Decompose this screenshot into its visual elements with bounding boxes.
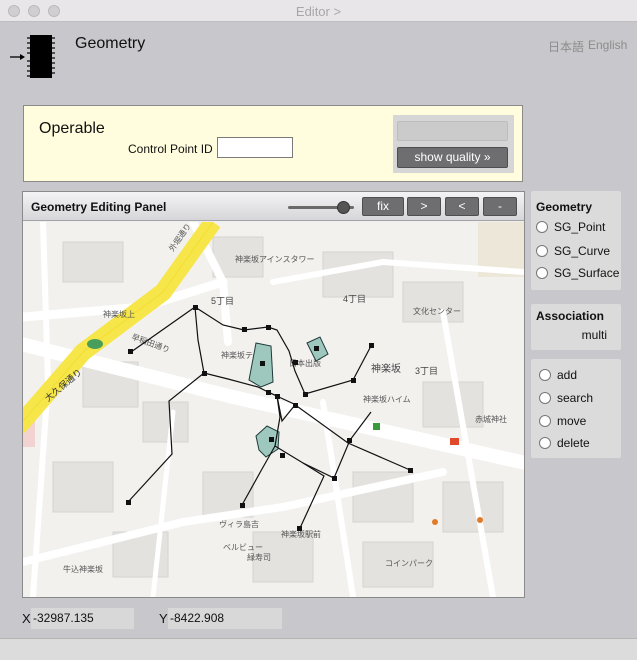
y-coord-label: Y [159, 611, 168, 626]
control-point[interactable] [202, 371, 207, 376]
fix-button[interactable]: fix [362, 197, 404, 216]
operable-button-area: show quality » [393, 115, 514, 173]
control-point[interactable] [351, 378, 356, 383]
sg-surface-option[interactable]: SG_Surface [536, 265, 619, 281]
map-label: 3丁目 [415, 366, 438, 376]
map-label: 緑寿司 [247, 552, 271, 562]
poi-icon [432, 519, 438, 525]
control-point[interactable] [240, 503, 245, 508]
disabled-button [397, 121, 508, 141]
control-point[interactable] [128, 349, 133, 354]
chip-icon [10, 33, 58, 79]
language-japanese-link[interactable]: 日本語 [548, 38, 584, 55]
delete-label: delete [557, 436, 590, 450]
control-point[interactable] [369, 343, 374, 348]
y-coord-value: -8422.908 [168, 608, 282, 629]
map-label: コインパーク [385, 559, 433, 568]
control-point[interactable] [347, 438, 352, 443]
control-point[interactable] [408, 468, 413, 473]
control-point[interactable] [266, 390, 271, 395]
control-point[interactable] [193, 305, 198, 310]
app-title: Geometry [75, 35, 146, 52]
radio-button[interactable] [539, 415, 551, 427]
association-box: Association multi [531, 304, 621, 350]
geometry-type-box: Geometry SG_Point SG_Curve SG_Surface [531, 191, 621, 290]
control-point[interactable] [269, 437, 274, 442]
window-title: Editor > [295, 4, 342, 19]
next-button[interactable]: > [407, 197, 441, 216]
x-coord-label: X [22, 611, 31, 626]
poi-icon [477, 517, 483, 523]
geometry-type-title: Geometry [536, 200, 593, 214]
map-canvas[interactable]: 神楽坂上 早稲田通り 大久保通り 外堀通り 5丁目 4丁目 3丁目 神楽坂 神楽… [23, 222, 524, 597]
operable-title: Operable [39, 120, 105, 137]
window-titlebar: Editor > [0, 0, 637, 22]
map-label: 牛込神楽坂 [63, 564, 103, 574]
control-point[interactable] [266, 325, 271, 330]
store-icon [373, 423, 380, 430]
control-point[interactable] [280, 453, 285, 458]
map-label: 神楽坂ハイム [363, 394, 411, 404]
association-value: multi [581, 328, 607, 342]
control-point[interactable] [303, 392, 308, 397]
map-label: 4丁目 [343, 294, 366, 304]
move-option[interactable]: move [539, 413, 586, 429]
map-label: 神楽坂 [371, 362, 401, 375]
delete-option[interactable]: delete [539, 435, 590, 451]
control-point[interactable] [314, 346, 319, 351]
control-point[interactable] [332, 476, 337, 481]
geometry-editing-panel: Geometry Editing Panel fix > < - 神楽坂上 早稲… [22, 191, 525, 598]
sg-curve-option[interactable]: SG_Curve [536, 243, 610, 259]
control-point[interactable] [293, 360, 298, 365]
map-label: 文化センター [413, 306, 461, 316]
zoom-slider-knob[interactable] [336, 201, 350, 214]
control-point[interactable] [126, 500, 131, 505]
map-label: 赤城神社 [475, 414, 507, 424]
map-label: 5丁目 [211, 296, 234, 306]
operable-panel: Operable Control Point ID show quality » [23, 105, 523, 182]
control-point-label: Control Point ID [128, 142, 213, 156]
sg-curve-label: SG_Curve [554, 244, 611, 258]
radio-button[interactable] [536, 245, 548, 257]
map-label: 神楽坂上 [103, 309, 135, 319]
radio-button[interactable] [539, 437, 551, 449]
sg-point-label: SG_Point [554, 220, 606, 234]
move-label: move [557, 414, 587, 428]
control-point-input[interactable] [217, 137, 293, 158]
show-quality-button[interactable]: show quality » [397, 147, 508, 168]
association-title: Association [536, 309, 605, 323]
actions-box: add search move delete [531, 359, 621, 458]
search-option[interactable]: search [539, 390, 593, 406]
radio-button[interactable] [536, 267, 548, 279]
add-label: add [557, 368, 578, 382]
panel-header: Geometry Editing Panel fix > < - [23, 192, 524, 221]
status-bar [0, 638, 637, 660]
radio-button[interactable] [536, 221, 548, 233]
add-option[interactable]: add [539, 367, 577, 383]
map-label: ヴィラ島吉 [219, 519, 259, 529]
map-label: ベルビュー [223, 543, 263, 552]
post-office-icon [450, 438, 459, 445]
control-point[interactable] [260, 361, 265, 366]
panel-title: Geometry Editing Panel [31, 200, 167, 214]
sg-point-option[interactable]: SG_Point [536, 219, 605, 235]
radio-button[interactable] [539, 369, 551, 381]
map-label: 神楽坂アインスタワー [235, 254, 314, 264]
sg-surface-label: SG_Surface [554, 266, 620, 280]
search-label: search [557, 391, 594, 405]
previous-button[interactable]: < [445, 197, 479, 216]
control-point[interactable] [275, 394, 280, 399]
language-english-link[interactable]: English [588, 38, 627, 52]
map-svg[interactable]: 神楽坂上 早稲田通り 大久保通り 外堀通り 5丁目 4丁目 3丁目 神楽坂 神楽… [23, 222, 524, 597]
radio-button[interactable] [539, 392, 551, 404]
control-point[interactable] [293, 403, 298, 408]
control-point[interactable] [242, 327, 247, 332]
remove-button[interactable]: - [483, 197, 517, 216]
x-coord-value: -32987.135 [31, 608, 134, 629]
control-point[interactable] [297, 526, 302, 531]
